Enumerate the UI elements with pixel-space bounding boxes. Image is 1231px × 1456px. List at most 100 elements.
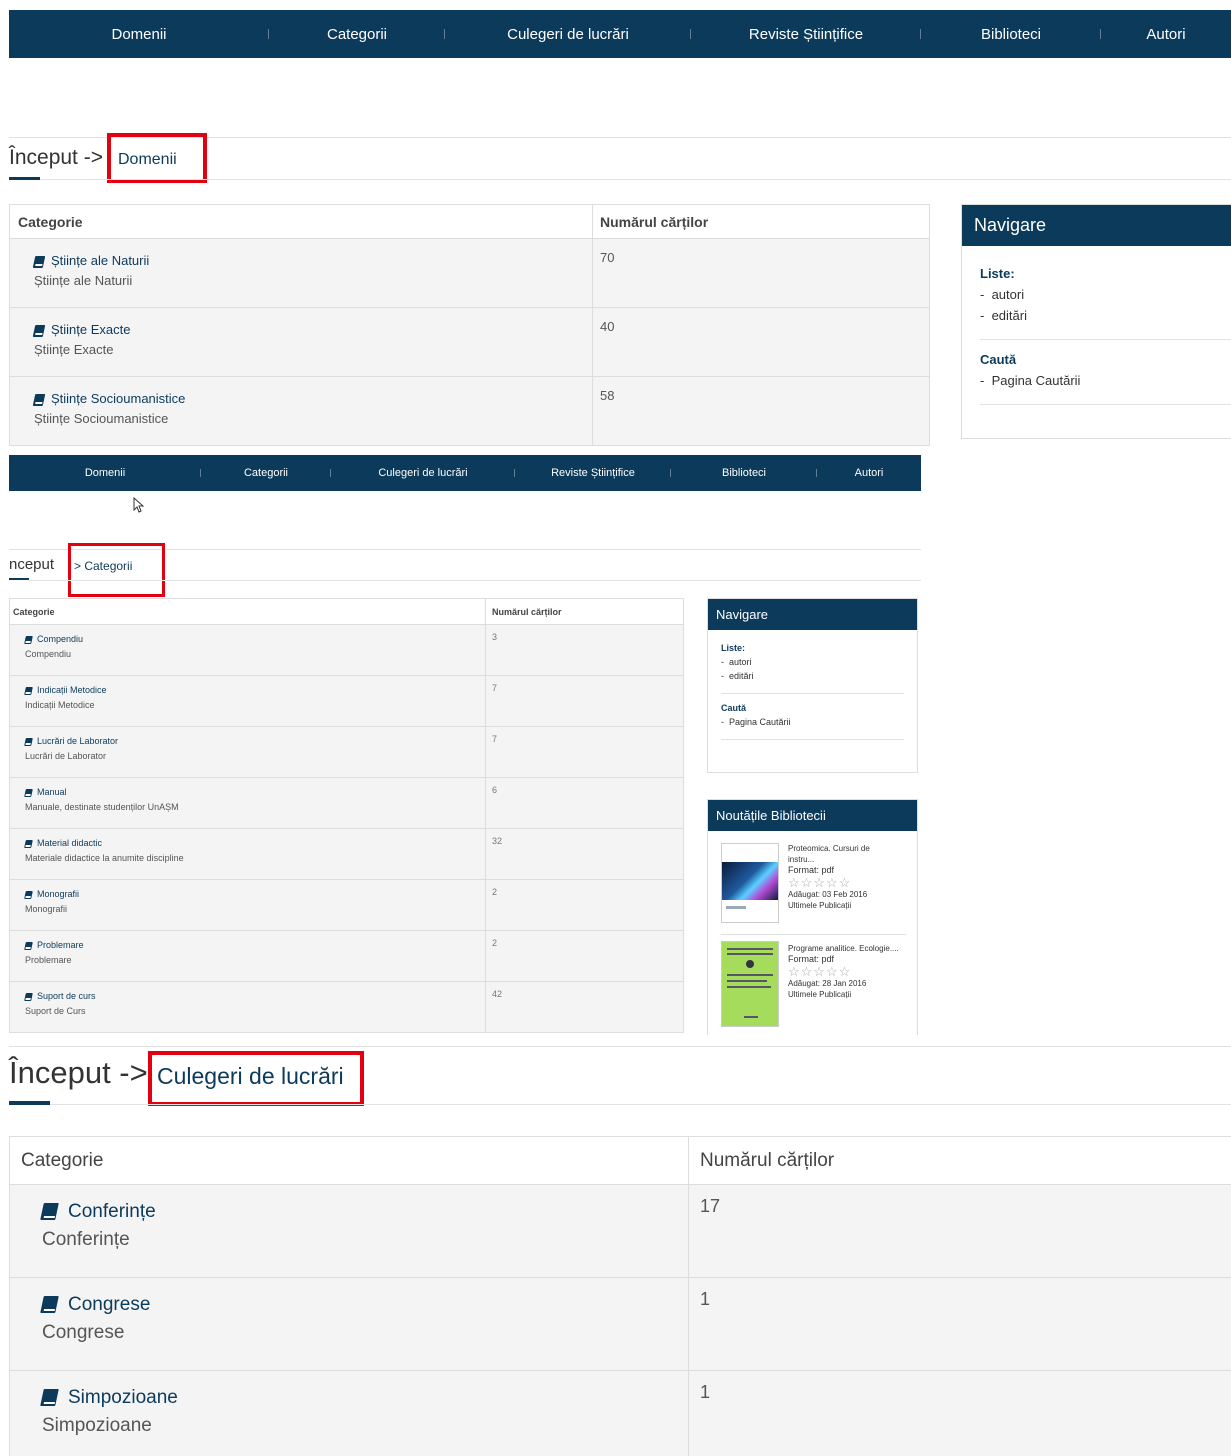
- list-item-autori[interactable]: - autori: [980, 287, 1231, 302]
- table-row[interactable]: Material didactic Materiale didactice la…: [9, 828, 684, 880]
- news-item-title-cont[interactable]: instru...: [788, 854, 913, 865]
- nav-culegeri[interactable]: Culegeri de lucrări: [445, 26, 691, 43]
- book-icon: [24, 686, 33, 695]
- nav-label: Domenii: [111, 25, 167, 43]
- row-count: 7: [485, 726, 684, 778]
- row-title-text[interactable]: Conferințe: [68, 1201, 156, 1222]
- news-item-title[interactable]: Programe analitice. Ecologie....: [788, 943, 913, 954]
- news-item: Proteomica. Cursuri de instru... Format:…: [788, 843, 913, 911]
- nav-autori[interactable]: Autori: [817, 467, 921, 479]
- nav-label: Reviste Științifice: [551, 467, 635, 479]
- link-text[interactable]: editări: [729, 671, 754, 681]
- nav-autori[interactable]: Autori: [1101, 26, 1231, 43]
- row-title-text[interactable]: Problemare: [37, 940, 84, 950]
- list-item-search-page[interactable]: - Pagina Cautării: [721, 717, 917, 727]
- row-title-text[interactable]: Monografii: [37, 889, 79, 899]
- row-title: Științe Socioumanistice: [32, 389, 592, 409]
- nav-domenii[interactable]: Domenii: [9, 467, 201, 479]
- link-text[interactable]: Pagina Cautării: [729, 717, 791, 727]
- top-navbar: Domenii Categorii Culegeri de lucrări Re…: [9, 455, 921, 491]
- title-underline: [9, 578, 29, 580]
- book-icon: [24, 635, 33, 644]
- row-count: 3: [485, 624, 684, 676]
- nav-categorii[interactable]: Categorii: [269, 26, 445, 43]
- row-description: Problemare: [25, 955, 72, 965]
- list-item-search-page[interactable]: - Pagina Cautării: [980, 373, 1231, 388]
- nav-reviste[interactable]: Reviste Științifice: [691, 26, 921, 43]
- row-title-text[interactable]: Congrese: [68, 1294, 150, 1315]
- table-row[interactable]: Manual Manuale, destinate studenților Un…: [9, 777, 684, 829]
- book-icon: [24, 839, 33, 848]
- row-title-text[interactable]: Științe ale Naturii: [51, 253, 149, 268]
- nav-label: Reviste Științifice: [748, 25, 864, 43]
- table-row[interactable]: Simpozioane Simpozioane 1: [9, 1370, 1231, 1456]
- breadcrumb-home[interactable]: Început ->: [9, 146, 103, 169]
- book-icon: [40, 1296, 59, 1314]
- table-row[interactable]: Problemare Problemare 2: [9, 930, 684, 982]
- table-row[interactable]: Lucrări de Laborator Lucrări de Laborato…: [9, 726, 684, 778]
- link-text[interactable]: Pagina Cautării: [992, 373, 1081, 388]
- rating-stars-icon[interactable]: ☆☆☆☆☆: [788, 965, 913, 978]
- nav-biblioteci[interactable]: Biblioteci: [921, 26, 1101, 43]
- title-underline: [9, 177, 40, 180]
- list-item-editari[interactable]: - editări: [980, 308, 1231, 323]
- column-header-count: Numărul cărților: [592, 204, 930, 239]
- row-title-text[interactable]: Științe Socioumanistice: [51, 391, 185, 406]
- table-row[interactable]: Suport de curs Suport de Curs 42: [9, 981, 684, 1033]
- nav-culegeri[interactable]: Culegeri de lucrări: [331, 467, 515, 479]
- row-title-text[interactable]: Lucrări de Laborator: [37, 736, 118, 746]
- breadcrumb-home[interactable]: nceput: [9, 556, 54, 573]
- row-count: 17: [688, 1184, 1231, 1278]
- row-title-text[interactable]: Compendiu: [37, 634, 83, 644]
- book-cover-thumbnail[interactable]: [721, 843, 779, 923]
- nav-biblioteci[interactable]: Biblioteci: [671, 467, 817, 479]
- nav-categorii[interactable]: Categorii: [201, 467, 331, 479]
- book-icon: [32, 393, 46, 406]
- divider: [40, 179, 1231, 180]
- table-row[interactable]: Monografii Monografii 2: [9, 879, 684, 931]
- list-item-editari[interactable]: - editări: [721, 671, 917, 681]
- row-title: Conferințe: [40, 1198, 688, 1226]
- row-title-text[interactable]: Suport de curs: [37, 991, 96, 1001]
- title-underline: [9, 1101, 50, 1105]
- row-count: 2: [485, 879, 684, 931]
- divider: [721, 693, 904, 694]
- news-item-link[interactable]: Ultimele Publicații: [788, 900, 913, 911]
- row-title-text[interactable]: Indicații Metodice: [37, 685, 107, 695]
- row-description: Conferințe: [42, 1229, 130, 1250]
- book-cover-thumbnail[interactable]: [721, 941, 779, 1027]
- table-row[interactable]: Științe Socioumanistice Științe Sociouma…: [9, 376, 930, 446]
- row-title-text[interactable]: Manual: [37, 787, 67, 797]
- row-count: 40: [592, 307, 930, 377]
- link-text[interactable]: autori: [729, 657, 752, 667]
- news-item-link[interactable]: Ultimele Publicații: [788, 989, 913, 1000]
- book-icon: [24, 890, 33, 899]
- link-text[interactable]: editări: [992, 308, 1027, 323]
- nav-label: Culegeri de lucrări: [378, 467, 468, 479]
- column-header-category: Categorie: [9, 204, 593, 239]
- nav-label: Autori: [854, 467, 884, 479]
- row-description: Compendiu: [25, 649, 72, 659]
- book-icon: [32, 255, 46, 268]
- table-row[interactable]: Congrese Congrese 1: [9, 1277, 1231, 1371]
- list-item-autori[interactable]: - autori: [721, 657, 917, 667]
- table-row[interactable]: Conferințe Conferințe 17: [9, 1184, 1231, 1278]
- nav-domenii[interactable]: Domenii: [9, 26, 269, 43]
- book-icon: [24, 992, 33, 1001]
- news-item-title[interactable]: Proteomica. Cursuri de: [788, 843, 913, 854]
- row-title-text[interactable]: Material didactic: [37, 838, 102, 848]
- table-row[interactable]: Științe Exacte Științe Exacte 40: [9, 307, 930, 377]
- row-title-text[interactable]: Științe Exacte: [51, 322, 131, 337]
- breadcrumb-home[interactable]: Început ->: [9, 1055, 148, 1090]
- breadcrumb: Început ->: [9, 146, 103, 170]
- rating-stars-icon[interactable]: ☆☆☆☆☆: [788, 876, 913, 889]
- search-label: Caută: [980, 352, 1017, 367]
- news-item: Programe analitice. Ecologie.... Format:…: [788, 943, 913, 1000]
- nav-reviste[interactable]: Reviste Științifice: [515, 467, 671, 479]
- row-title-text[interactable]: Simpozioane: [68, 1387, 178, 1408]
- table-row[interactable]: Științe ale Naturii Științe ale Naturii …: [9, 238, 930, 308]
- table-row[interactable]: Indicații Metodice Indicații Metodice 7: [9, 675, 684, 727]
- news-panel: Noutățile Bibliotecii Proteomica. Cursur…: [707, 799, 918, 1035]
- table-row[interactable]: Compendiu Compendiu 3: [9, 624, 684, 676]
- link-text[interactable]: autori: [992, 287, 1025, 302]
